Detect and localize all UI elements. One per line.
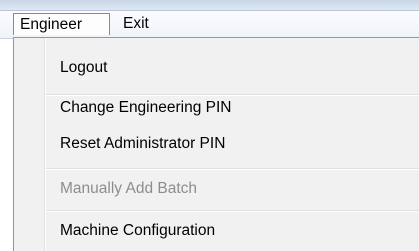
menu-item-machine-configuration[interactable]: Machine Configuration [60,220,215,242]
menu-item-reset-administrator-pin[interactable]: Reset Administrator PIN [60,133,225,155]
menu-item-manually-add-batch: Manually Add Batch [60,180,198,197]
menu-icon-gutter-highlight [45,38,46,251]
menu-bar: Engineer Exit [0,11,419,39]
menu-separator [46,94,419,96]
menu-engineer[interactable]: Engineer [13,13,110,35]
engineer-dropdown-menu: Logout Change Engineering PIN Reset Admi… [13,37,419,251]
menu-separator [46,168,419,170]
menu-item-change-engineering-pin[interactable]: Change Engineering PIN [60,97,231,119]
menu-item-logout[interactable]: Logout [60,57,107,79]
window-left-area [0,39,13,251]
menu-separator [46,210,419,212]
window-title-strip [0,0,419,11]
menu-exit[interactable]: Exit [117,13,155,35]
